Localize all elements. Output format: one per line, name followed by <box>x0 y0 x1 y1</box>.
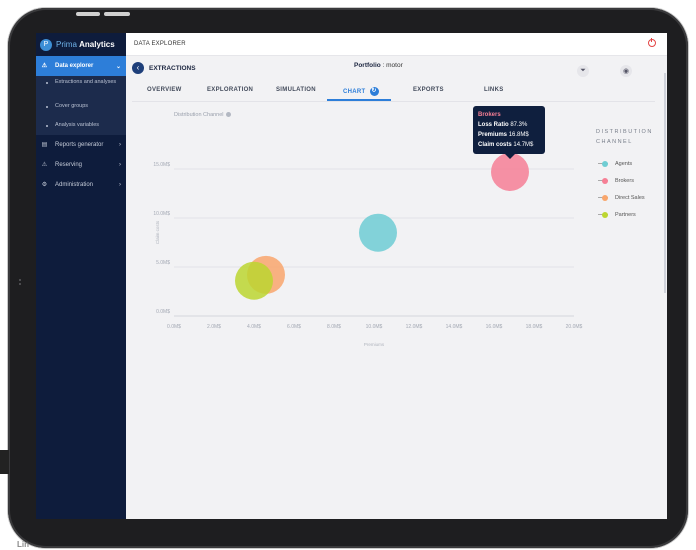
legend-marker-icon <box>598 194 608 201</box>
legend-label: Direct Sales <box>615 194 645 201</box>
chevron-down-icon: ⌄ <box>115 63 121 70</box>
background-object <box>0 450 9 474</box>
brand-bold: Analytics <box>79 40 115 49</box>
legend-label: Partners <box>615 211 636 218</box>
legend-item-agents[interactable]: Agents <box>596 155 666 172</box>
sidebar-item-data-explorer[interactable]: ⚠ Data explorer ⌄ <box>36 56 126 76</box>
tablet-volume-button <box>76 12 100 16</box>
app-screen: P Prima Analytics ⚠ Data explorer ⌄ Extr… <box>36 33 667 519</box>
sidebar-submenu: Extractions and analyses Cover groups An… <box>36 76 126 135</box>
x-tick-label: 16.0M$ <box>486 324 503 330</box>
sidebar-item-reserving[interactable]: ⚠ Reserving › <box>36 155 126 175</box>
x-axis-label: Premiums <box>364 342 385 347</box>
x-tick-label: 12.0M$ <box>406 324 423 330</box>
y-tick-label: 0.0M$ <box>156 309 170 315</box>
sidebar-subitem-analysis-variables[interactable]: Analysis variables <box>36 116 126 135</box>
tooltip-claims: Claim costs 14.7M$ <box>478 142 534 148</box>
y-tick-label: 10.0M$ <box>153 211 170 217</box>
bullet-icon <box>46 105 48 108</box>
x-tick-label: 8.0M$ <box>327 324 341 330</box>
y-axis-label: Claim costs <box>155 220 160 244</box>
legend-marker-icon <box>598 177 608 184</box>
sidebar-subitem-label: Cover groups <box>55 103 89 109</box>
sidebar-subitem-label: Extractions and analyses <box>55 79 117 85</box>
chevron-right-icon: › <box>119 142 121 148</box>
legend-item-brokers[interactable]: Brokers <box>596 172 666 189</box>
chevron-right-icon: › <box>119 182 121 188</box>
sidebar-item-administration[interactable]: ⚙ Administration › <box>36 175 126 195</box>
tablet-power-button <box>104 12 130 16</box>
chart-legend: DISTRIBUTION CHANNEL Agents Brokers Direct… <box>596 127 666 223</box>
gear-icon: ⚙ <box>41 181 48 188</box>
legend-marker-icon <box>598 160 608 167</box>
x-tick-label: 2.0M$ <box>207 324 221 330</box>
scrollbar[interactable] <box>664 73 666 293</box>
sidebar-subitem-extractions[interactable]: Extractions and analyses <box>36 76 126 97</box>
sidebar: P Prima Analytics ⚠ Data explorer ⌄ Extr… <box>36 33 126 519</box>
bullet-icon <box>46 81 48 84</box>
x-tick-label: 10.0M$ <box>366 324 383 330</box>
sidebar-item-label: Data explorer <box>55 63 94 69</box>
sidebar-item-reports-generator[interactable]: ▤ Reports generator › <box>36 135 126 155</box>
logo-icon: P <box>40 38 52 51</box>
report-icon: ▤ <box>41 141 48 148</box>
x-tick-label: 20.0M$ <box>566 324 583 330</box>
x-tick-label: 4.0M$ <box>247 324 261 330</box>
sidebar-item-label: Reports generator <box>55 142 104 148</box>
x-tick-label: 6.0M$ <box>287 324 301 330</box>
tooltip-title: Brokers <box>478 112 501 118</box>
app-logo[interactable]: P Prima Analytics <box>36 33 126 56</box>
bullet-icon <box>46 124 48 127</box>
sidebar-subitem-cover-groups[interactable]: Cover groups <box>36 97 126 116</box>
sidebar-item-label: Reserving <box>55 162 83 168</box>
tooltip-premiums: Premiums 16.8M$ <box>478 132 529 138</box>
brand-light: Prima <box>56 40 77 49</box>
bubble-chart: 0.0M$ 5.0M$ 10.0M$ 15.0M$ 0.0M$ 2.0M$ 4.0M$ 6.0… <box>153 152 583 347</box>
chevron-right-icon: › <box>119 162 121 168</box>
legend-label: Brokers <box>615 177 634 184</box>
bubble-agents[interactable] <box>359 213 397 252</box>
tablet-camera-icon <box>19 276 23 288</box>
tooltip-loss-ratio: Loss Ratio 87.3% <box>478 122 528 128</box>
legend-item-direct-sales[interactable]: Direct Sales <box>596 189 666 206</box>
bubble-partners[interactable] <box>235 261 273 300</box>
y-tick-label: 5.0M$ <box>156 260 170 266</box>
background-text: Lin <box>17 540 29 549</box>
y-tick-label: 15.0M$ <box>153 162 170 168</box>
sidebar-item-label: Administration <box>55 182 94 188</box>
legend-marker-icon <box>598 211 608 218</box>
legend-label: Agents <box>615 160 633 167</box>
x-tick-label: 0.0M$ <box>167 324 181 330</box>
legend-title: DISTRIBUTION CHANNEL <box>596 129 653 145</box>
x-tick-label: 18.0M$ <box>526 324 543 330</box>
main-panel: DATA EXPLORER ‹ EXTRACTIONS Portfolio : … <box>126 33 667 519</box>
x-tick-label: 14.0M$ <box>446 324 463 330</box>
sidebar-subitem-label: Analysis variables <box>55 122 100 128</box>
warning-icon: ⚠ <box>41 62 48 69</box>
legend-item-partners[interactable]: Partners <box>596 206 666 223</box>
chart-tooltip: Brokers Loss Ratio 87.3% Premiums 16.8M$… <box>473 106 545 159</box>
warning-icon: ⚠ <box>41 161 48 168</box>
